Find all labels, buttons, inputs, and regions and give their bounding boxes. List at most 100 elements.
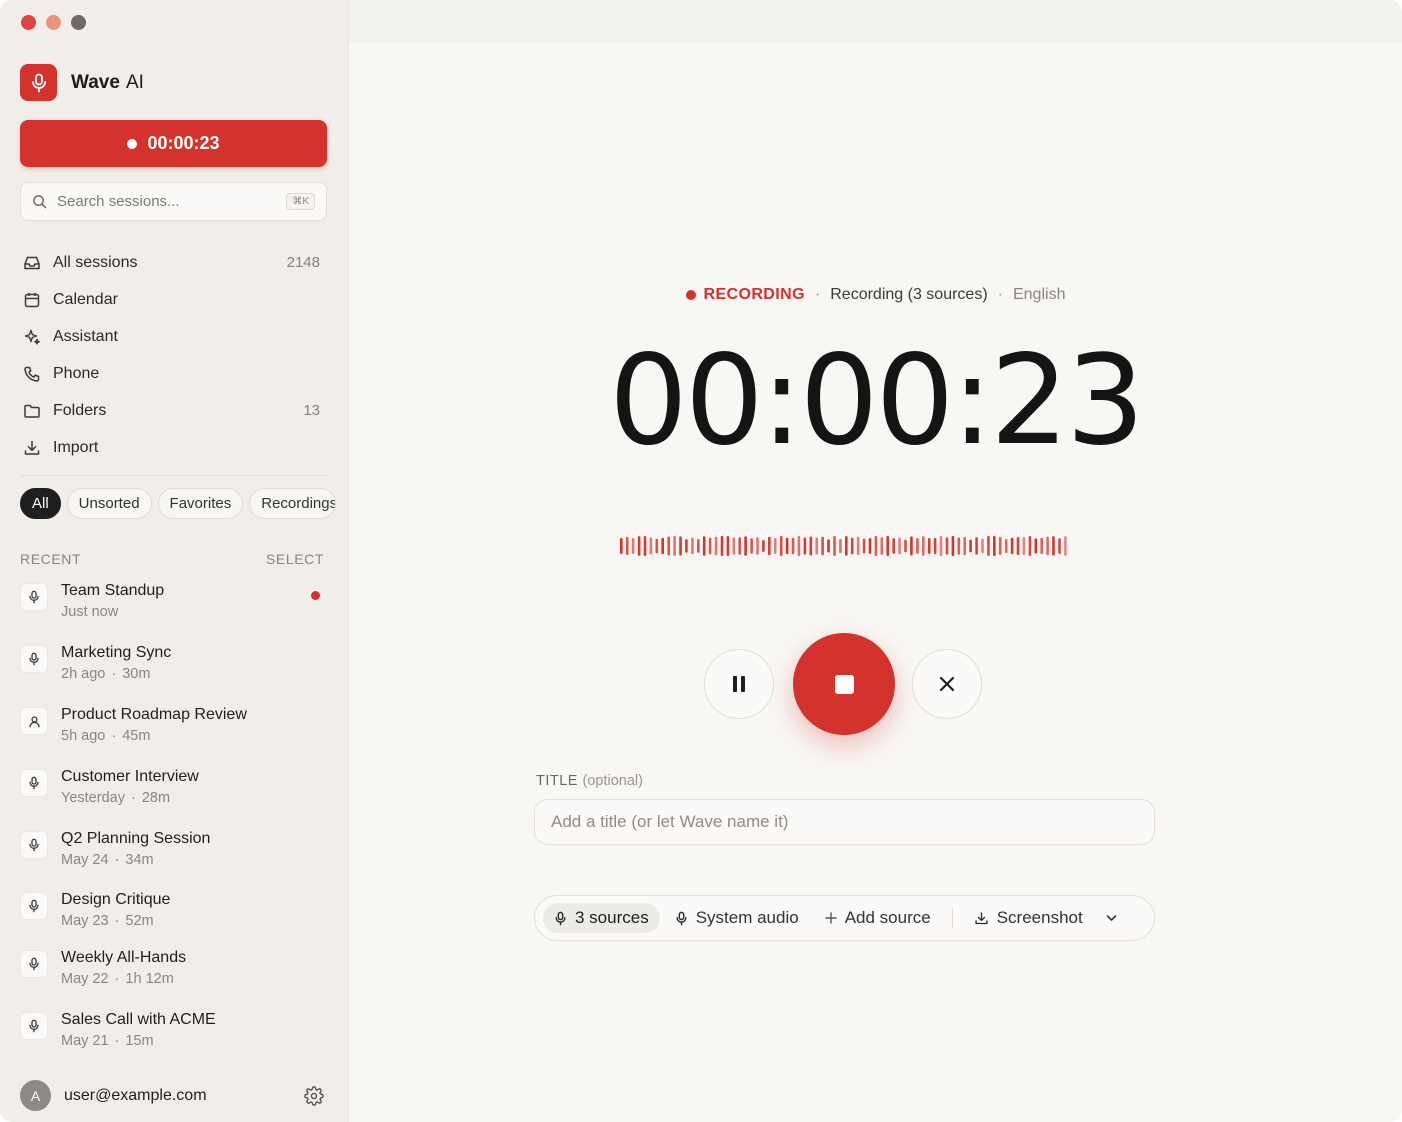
mic-icon: [31, 73, 46, 92]
waveform-bar: [744, 536, 747, 556]
waveform-bar: [625, 537, 629, 555]
session-meta: May 24 · 34m: [61, 852, 154, 868]
waveform-bar: [892, 538, 895, 554]
recorder-panel: RECORDING · Recording (3 sources) · Engl…: [349, 0, 1402, 1122]
search-shortcut-hint: ⌘K: [286, 193, 315, 210]
recording-button[interactable]: 00:00:23: [20, 120, 327, 167]
title-input[interactable]: [534, 799, 1155, 845]
sparkle-icon: [23, 328, 41, 346]
divider: [951, 908, 953, 928]
discard-button[interactable]: [912, 649, 982, 719]
mic-icon: [20, 583, 48, 611]
nav-label: All sessions: [53, 253, 138, 271]
nav-count: 13: [303, 402, 320, 419]
waveform-bar: [673, 536, 676, 556]
session-item[interactable]: Marketing Sync 2h ago · 30m: [20, 640, 328, 702]
waveform-bar: [916, 538, 919, 554]
session-title: Customer Interview: [61, 768, 199, 785]
waveform-bar: [886, 536, 889, 556]
session-meta: 5h ago · 45m: [61, 728, 151, 744]
audio-waveform: [620, 536, 1067, 556]
waveform-bar: [803, 537, 807, 555]
session-meta: Just now: [61, 604, 119, 620]
filter-chip-all[interactable]: All: [20, 488, 61, 519]
waveform-bar: [620, 538, 623, 554]
live-indicator-dot: [311, 591, 320, 600]
pause-button[interactable]: [704, 649, 774, 719]
filter-chip-recordings[interactable]: Recordings: [249, 488, 337, 519]
waveform-bar: [839, 539, 842, 554]
waveform-bar: [762, 540, 765, 552]
waveform-bar: [945, 537, 949, 555]
filter-chip-favorites[interactable]: Favorites: [157, 488, 244, 519]
nav-all-sessions[interactable]: All sessions 2148: [20, 244, 320, 281]
screenshot-button[interactable]: Screenshot: [963, 903, 1094, 933]
filter-chip-unsorted[interactable]: Unsorted: [66, 488, 152, 519]
waveform-bar: [1004, 539, 1008, 553]
stop-button[interactable]: [793, 633, 895, 735]
session-meta: May 23 · 52m: [61, 913, 154, 929]
close-window-button[interactable]: [21, 15, 36, 30]
session-title: Q2 Planning Session: [61, 830, 211, 847]
session-item[interactable]: Product Roadmap Review 5h ago · 45m: [20, 702, 328, 764]
nav-assistant[interactable]: Assistant: [20, 318, 320, 355]
search-box[interactable]: ⌘K: [20, 182, 327, 221]
waveform-bar: [1016, 537, 1020, 555]
session-item[interactable]: Design Critique May 23 · 52m: [20, 887, 328, 945]
screenshot-options-dropdown[interactable]: [1100, 903, 1123, 933]
session-item[interactable]: Q2 Planning Session May 24 · 34m: [20, 826, 328, 887]
waveform-bar: [1052, 536, 1055, 556]
waveform-bar: [969, 539, 972, 553]
maximize-window-button[interactable]: [71, 15, 86, 30]
waveform-bar: [785, 537, 789, 555]
plus-icon: [825, 912, 837, 924]
waveform-bar: [821, 536, 824, 556]
app-name: Wave AI: [71, 71, 144, 93]
waveform-bar: [910, 536, 913, 556]
waveform-bar: [1064, 536, 1067, 556]
session-item[interactable]: Team Standup Just now: [20, 578, 328, 640]
mic-icon: [20, 645, 48, 673]
session-item[interactable]: Sales Call with ACME May 21 · 15m: [20, 1007, 328, 1069]
select-button[interactable]: SELECT: [266, 551, 324, 567]
user-profile[interactable]: A user@example.com: [20, 1080, 328, 1111]
waveform-bar: [1058, 538, 1061, 554]
waveform-bar: [714, 536, 718, 556]
minimize-window-button[interactable]: [46, 15, 61, 30]
nav-import[interactable]: Import: [20, 429, 320, 466]
session-title: Sales Call with ACME: [61, 1011, 216, 1028]
add-source-button[interactable]: Add source: [814, 903, 942, 933]
language-label[interactable]: English: [1013, 286, 1065, 304]
search-input[interactable]: [57, 193, 277, 210]
waveform-bar: [667, 536, 670, 556]
inbox-icon: [23, 254, 41, 272]
session-meta: Yesterday · 28m: [61, 790, 171, 806]
download-icon: [23, 439, 41, 457]
session-title: Design Critique: [61, 891, 171, 908]
gear-icon[interactable]: [304, 1085, 324, 1106]
close-icon: [939, 676, 955, 692]
waveform-bar: [939, 536, 943, 556]
waveform-bar: [981, 538, 984, 554]
nav-phone[interactable]: Phone: [20, 355, 320, 392]
nav-label: Assistant: [53, 327, 118, 345]
session-item[interactable]: Weekly All-Hands May 22 · 1h 12m: [20, 945, 328, 1007]
nav-folders[interactable]: Folders 13: [20, 392, 320, 429]
waveform-bar: [1028, 536, 1032, 556]
person-icon: [20, 707, 48, 735]
sources-count-button[interactable]: 3 sources: [543, 903, 660, 933]
recording-dot-icon: [685, 290, 696, 300]
mic-icon: [20, 769, 48, 797]
recording-timer: 00:00:23: [609, 329, 1145, 473]
nav-calendar[interactable]: Calendar: [20, 281, 320, 318]
system-audio-toggle[interactable]: System audio: [664, 903, 810, 933]
session-meta: May 21 · 15m: [61, 1033, 154, 1049]
recording-status: RECORDING: [685, 286, 805, 304]
waveform-bar: [726, 536, 730, 556]
waveform-bar: [697, 539, 700, 553]
waveform-bar: [655, 538, 659, 554]
avatar: A: [20, 1080, 51, 1111]
sidebar: WaveAI 00:00:23 ⌘K All sessions 2148: [0, 0, 349, 1122]
nav-label: Calendar: [53, 290, 118, 308]
session-item[interactable]: Customer Interview Yesterday · 28m: [20, 764, 328, 826]
